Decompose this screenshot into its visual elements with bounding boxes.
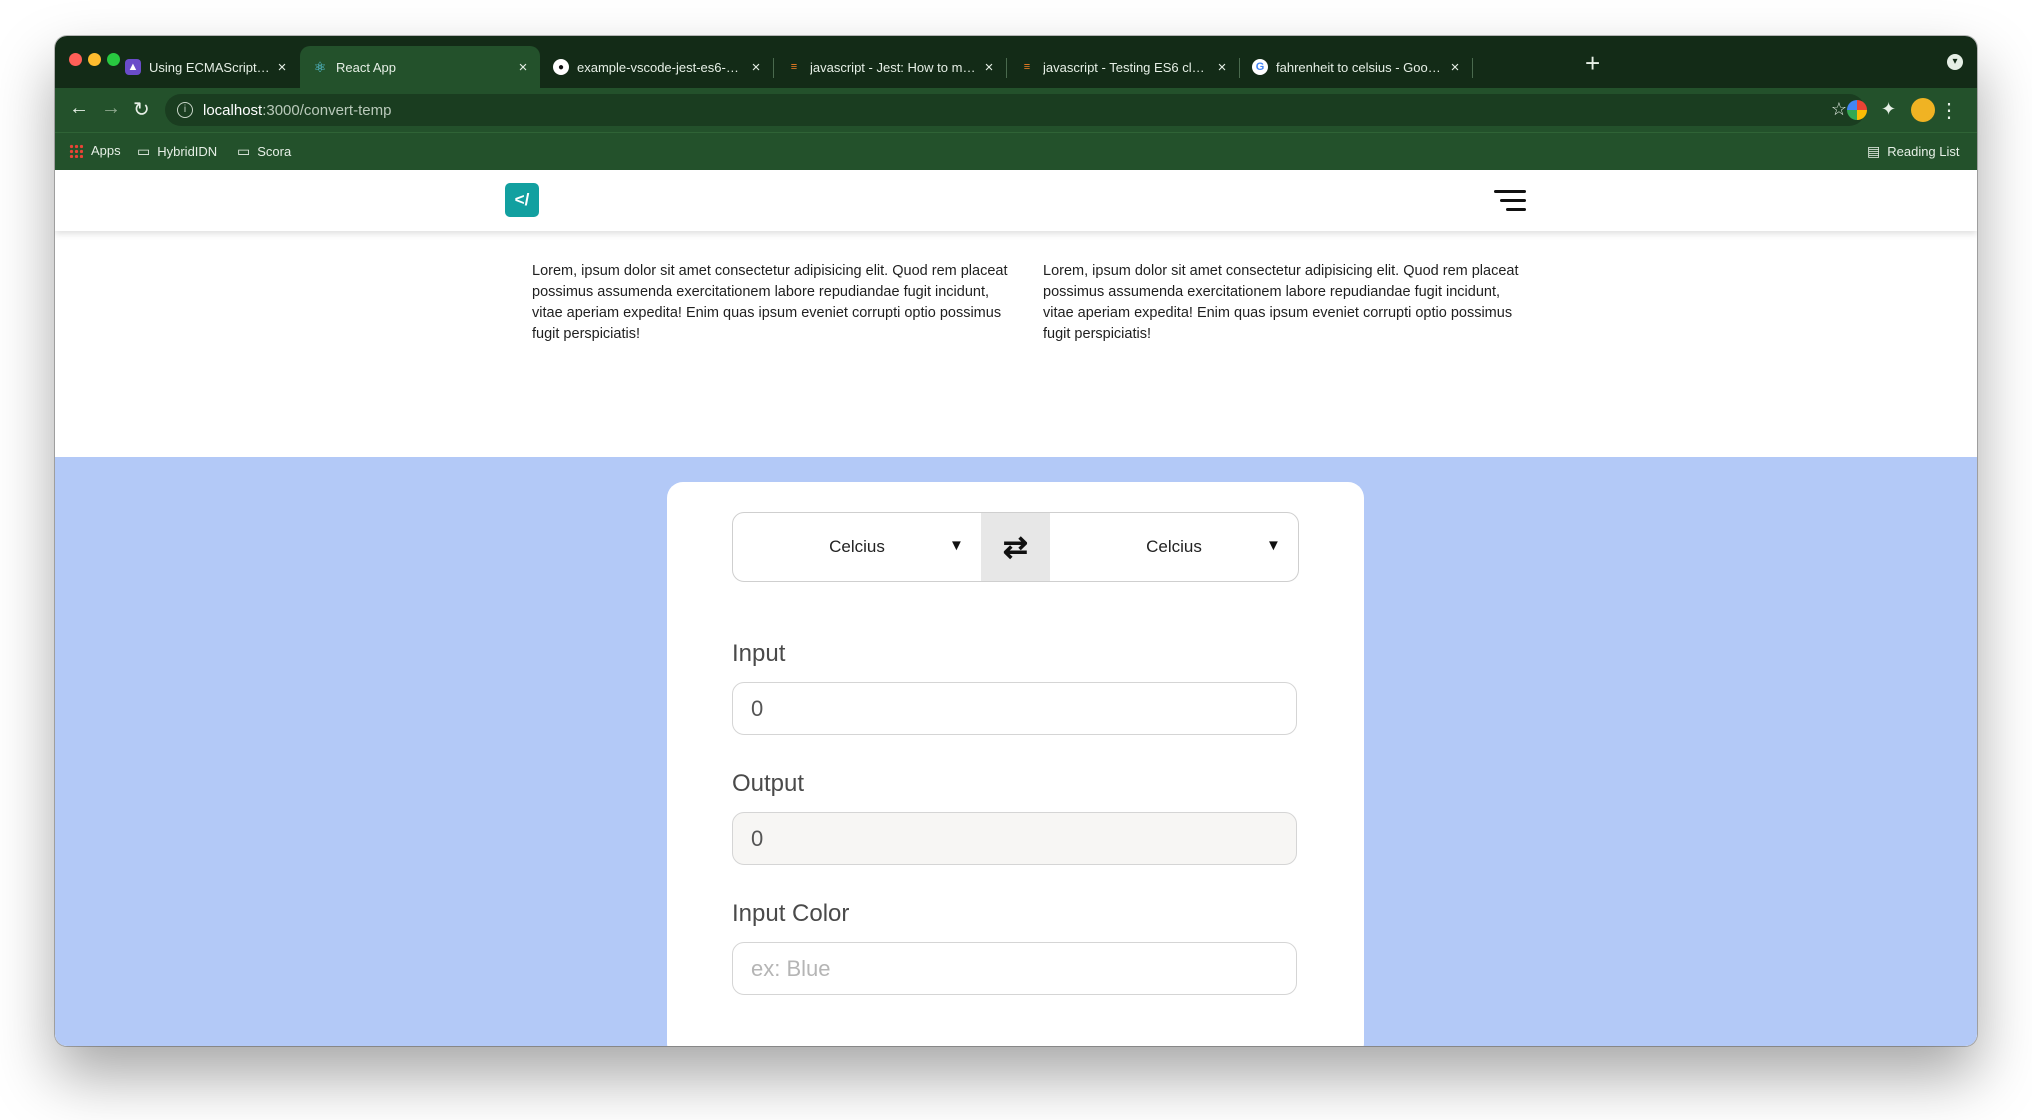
lorem-paragraph-left: Lorem, ipsum dolor sit amet consectetur … — [532, 262, 1008, 342]
reading-list-icon: ▤ — [1867, 143, 1881, 159]
node-icon: ▲ — [125, 59, 141, 75]
bookmark-label: HybridIDN — [157, 144, 218, 159]
close-icon[interactable]: × — [1444, 59, 1466, 76]
color-picker-extension-icon[interactable] — [1847, 100, 1867, 120]
bookmark-apps[interactable]: Apps — [69, 143, 121, 158]
google-icon: G — [1252, 59, 1268, 75]
bookmark-folder-scora[interactable]: ▭ Scora — [237, 143, 291, 160]
url-path: :3000/convert-temp — [262, 101, 392, 119]
swap-arrows-icon: ⇄ — [1002, 530, 1029, 564]
tab-title: javascript - Jest: How to mock — [810, 59, 978, 75]
input-label: Input — [732, 640, 786, 667]
converter-section: Celcius ▼ ⇄ Celcius ▼ Input Output Input… — [55, 457, 1977, 1046]
close-icon[interactable]: × — [745, 59, 767, 76]
stackoverflow-icon: ≡ — [790, 61, 798, 73]
to-unit-select[interactable]: Celcius ▼ — [1050, 513, 1298, 581]
from-unit-select[interactable]: Celcius ▼ — [733, 513, 981, 581]
page-content: </ Lorem, ipsum dolor sit amet consectet… — [55, 170, 1977, 1046]
tab-separator — [1472, 58, 1473, 78]
profile-avatar[interactable] — [1911, 98, 1935, 122]
bookmark-folder-hybridIDN[interactable]: ▭ HybridIDN — [137, 143, 217, 160]
extensions-puzzle-icon[interactable]: ✦ — [1881, 99, 1896, 120]
reading-list-button[interactable]: ▤ Reading List — [1867, 143, 1960, 160]
folder-icon: ▭ — [237, 143, 251, 159]
tab-jest-mock[interactable]: ≡ javascript - Jest: How to mock × — [774, 46, 1006, 88]
github-icon: ● — [553, 59, 569, 75]
stackoverflow-icon: ≡ — [1023, 61, 1031, 73]
site-info-icon[interactable]: i — [177, 102, 193, 118]
site-header: </ — [55, 170, 1977, 231]
site-logo[interactable]: </ — [505, 183, 539, 217]
tab-title: javascript - Testing ES6 class v — [1043, 59, 1211, 75]
temperature-output — [732, 812, 1297, 865]
close-icon[interactable]: × — [271, 59, 293, 76]
dropdown-arrow-icon: ▼ — [1266, 537, 1281, 554]
close-icon[interactable]: × — [1211, 59, 1233, 76]
from-unit-value: Celcius — [829, 537, 885, 556]
folder-icon: ▭ — [137, 143, 151, 159]
more-menu-icon[interactable]: ⋮ — [1939, 98, 1959, 123]
converter-card: Celcius ▼ ⇄ Celcius ▼ Input Output Input… — [667, 482, 1364, 1046]
tab-ecmascript-modules[interactable]: ▲ Using ECMAScript modules (ES × — [113, 46, 299, 88]
minimize-window-button[interactable] — [88, 53, 101, 66]
address-bar[interactable]: i localhost:3000/convert-temp ☆ — [165, 94, 1865, 126]
back-icon[interactable]: ← — [69, 97, 89, 120]
hamburger-menu-icon[interactable] — [1494, 190, 1526, 212]
swap-units-button[interactable]: ⇄ — [981, 513, 1050, 581]
browser-window: ▲ Using ECMAScript modules (ES × ⚛ React… — [55, 36, 1977, 1046]
reload-icon[interactable]: ↻ — [133, 97, 150, 122]
tab-google-search[interactable]: G fahrenheit to celsius - Google S × — [1240, 46, 1472, 88]
tab-testing-es6[interactable]: ≡ javascript - Testing ES6 class v × — [1007, 46, 1239, 88]
dropdown-arrow-icon: ▼ — [949, 537, 964, 554]
to-unit-value: Celcius — [1146, 537, 1202, 556]
tab-title: fahrenheit to celsius - Google S — [1276, 59, 1444, 75]
tab-github-repo[interactable]: ● example-vscode-jest-es6-moc × — [541, 46, 773, 88]
bookmarks-bar: Apps ▭ HybridIDN ▭ Scora ▤ Reading List — [55, 132, 1977, 171]
tab-title: React App — [336, 59, 396, 75]
input-color-field[interactable] — [732, 942, 1297, 995]
unit-selector: Celcius ▼ ⇄ Celcius ▼ — [732, 512, 1299, 582]
close-icon[interactable]: × — [512, 59, 534, 76]
output-label: Output — [732, 770, 805, 797]
input-color-label: Input Color — [732, 900, 850, 927]
close-icon[interactable]: × — [978, 59, 1000, 76]
tab-title: Using ECMAScript modules (ES — [149, 59, 271, 75]
apps-grid-icon — [69, 143, 83, 158]
react-icon: ⚛ — [313, 58, 327, 75]
temperature-input[interactable] — [732, 682, 1297, 735]
url-host: localhost — [203, 101, 263, 119]
new-tab-button[interactable]: + — [1585, 48, 1600, 79]
bookmark-label: Reading List — [1887, 144, 1960, 159]
browser-toolbar: ← → ↻ i localhost:3000/convert-temp ☆ ✦ … — [55, 88, 1977, 132]
tab-search-icon[interactable]: ▾ — [1947, 54, 1963, 70]
forward-icon[interactable]: → — [101, 97, 121, 120]
tab-react-app[interactable]: ⚛ React App × — [300, 46, 540, 88]
bookmark-label: Scora — [257, 144, 292, 159]
bookmark-label: Apps — [91, 143, 121, 158]
lorem-paragraph-right: Lorem, ipsum dolor sit amet consectetur … — [1043, 262, 1519, 342]
tab-bar: ▲ Using ECMAScript modules (ES × ⚛ React… — [55, 36, 1977, 88]
close-window-button[interactable] — [69, 53, 82, 66]
tab-title: example-vscode-jest-es6-moc — [577, 59, 745, 75]
bookmark-star-icon[interactable]: ☆ — [1831, 99, 1847, 120]
